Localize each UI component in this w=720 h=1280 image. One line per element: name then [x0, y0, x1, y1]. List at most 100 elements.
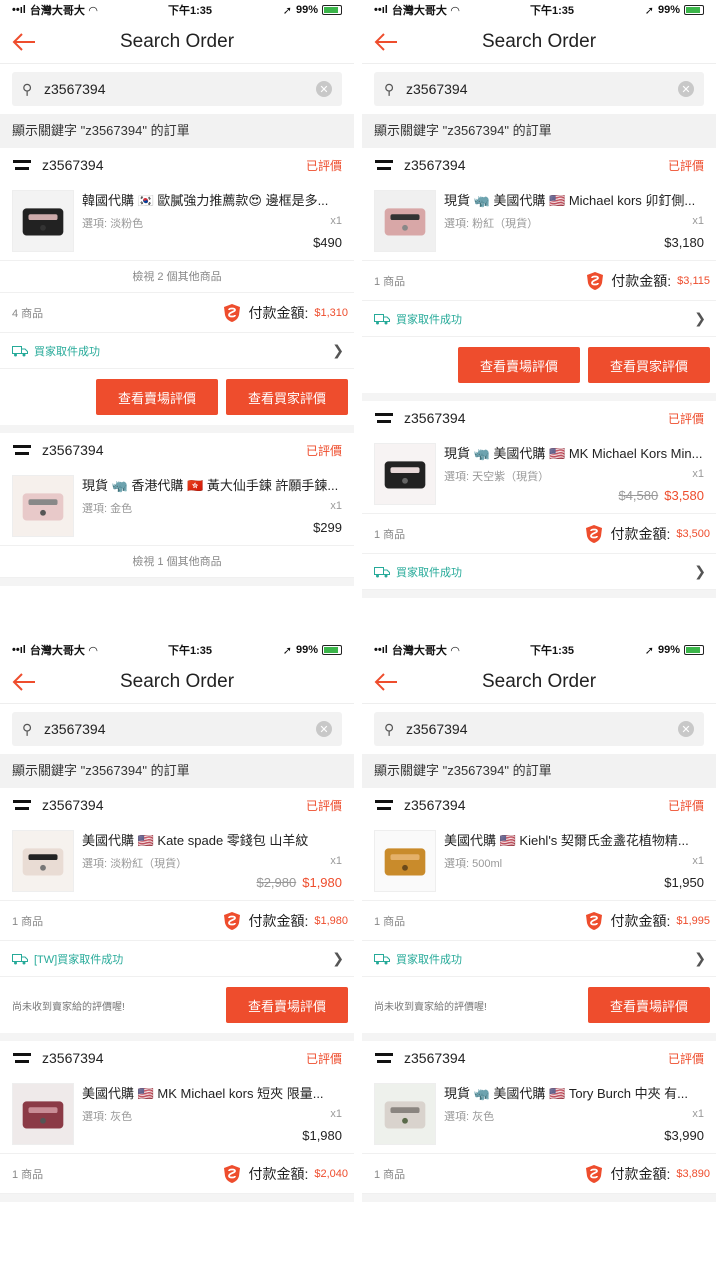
status-bar: ••ıl 台灣大哥大 ◠ 下午1:35 ➚ 99% — [0, 0, 354, 20]
product-price: $1,980 — [302, 1128, 342, 1143]
page-title: Search Order — [119, 30, 235, 52]
keyword-banner: 顯示關鍵字 "z3567394" 的訂單 — [362, 754, 716, 788]
clear-search-icon[interactable]: ✕ — [316, 81, 332, 97]
view-shop-review-button[interactable]: 查看賣場評價 — [588, 987, 710, 1023]
shop-row[interactable]: z3567394 已評價 — [0, 433, 354, 467]
order-card[interactable]: z3567394 已評價 現貨 🦏 美國代購 🇺🇸 Tory Burch 中夾 有.… — [362, 1041, 716, 1202]
view-more-items[interactable]: 檢視 1 個其他商品 — [0, 546, 354, 578]
shipping-status-row[interactable]: 買家取件成功 ❯ — [362, 554, 716, 590]
total-label: 付款金額: — [610, 525, 671, 542]
product-option: 選項: 灰色 — [444, 1111, 495, 1123]
review-note: 尚未收到賣家給的評價喔! — [12, 1001, 125, 1013]
wifi-icon: ◠ — [450, 4, 460, 17]
back-button[interactable] — [10, 668, 38, 696]
product-thumbnail — [12, 475, 74, 537]
chevron-right-icon: ❯ — [332, 950, 344, 966]
product-item[interactable]: 現貨 🦏 美國代購 🇺🇸 Michael kors 卯釘側... 選項: 粉紅（現… — [362, 182, 716, 261]
page-title: Search Order — [481, 30, 597, 52]
order-card[interactable]: z3567394 已評價 現貨 🦏 美國代購 🇺🇸 Michael kors 卯釘側… — [362, 148, 716, 401]
back-button[interactable] — [10, 28, 38, 56]
clear-search-icon[interactable]: ✕ — [678, 721, 694, 737]
order-total: $1,995 — [676, 914, 710, 927]
view-buyer-review-button[interactable]: 查看買家評價 — [226, 379, 348, 415]
product-name: 美國代購 🇺🇸 Kate spade 零錢包 山羊紋 — [82, 833, 309, 848]
back-button[interactable] — [372, 28, 400, 56]
total-label: 付款金額: — [248, 304, 309, 321]
shop-name: z3567394 — [42, 157, 104, 173]
location-icon: ➚ — [282, 644, 292, 657]
product-option: 選項: 粉紅（現貨） — [444, 218, 539, 230]
view-shop-review-button[interactable]: 查看賣場評價 — [96, 379, 218, 415]
battery-icon — [683, 645, 704, 655]
shop-row[interactable]: z3567394 已評價 — [362, 401, 716, 435]
product-price: $3,580 — [664, 488, 704, 503]
clear-search-icon[interactable]: ✕ — [678, 81, 694, 97]
signal-icon: ••ıl — [374, 644, 388, 656]
order-card[interactable]: z3567394 已評價 現貨 🦏 香港代購 🇭🇰 黃大仙手鍊 許願手鍊... 選項:… — [0, 433, 354, 586]
view-shop-review-button[interactable]: 查看賣場評價 — [458, 347, 580, 383]
item-count: 1 商品 — [374, 528, 406, 541]
product-item[interactable]: 韓國代購 🇰🇷 歐膩強力推薦款😍 邊框是多... 選項: 淡粉色 x1 $490 — [0, 182, 354, 261]
search-icon: ⚲ — [22, 720, 33, 737]
shipping-status-row[interactable]: 買家取件成功 ❯ — [0, 333, 354, 369]
order-card[interactable]: z3567394 已評價美國代購 🇺🇸 Kiehl's 契爾氏金盞花植物精... 選… — [362, 788, 716, 1041]
original-price: $2,980 — [256, 875, 297, 890]
battery-percent: 99% — [657, 4, 680, 16]
product-thumbnail — [374, 1083, 436, 1145]
order-card[interactable]: z3567394 已評價 韓國代購 🇰🇷 歐膩強力推薦款😍 邊框是多... 選項: 淡… — [0, 148, 354, 433]
back-arrow-icon — [374, 673, 397, 691]
order-status: 已評價 — [305, 798, 342, 813]
order-total-row: 1 商品 付款金額: $3,500 — [362, 514, 716, 554]
product-item[interactable]: 現貨 🦏 香港代購 🇭🇰 黃大仙手鍊 許願手鍊... 選項: 金色 x1 $299 — [0, 467, 354, 546]
shopee-guarantee-icon — [586, 1164, 603, 1183]
product-option: 選項: 天空紫（現貨） — [444, 471, 550, 483]
product-option: 選項: 500ml — [444, 858, 503, 870]
view-shop-review-button[interactable]: 查看賣場評價 — [226, 987, 348, 1023]
shop-row[interactable]: z3567394 已評價 — [362, 1041, 716, 1075]
shipping-status-row[interactable]: 買家取件成功 ❯ — [362, 941, 716, 977]
order-total-row: 1 商品 付款金額: $1,995 — [362, 901, 716, 941]
shipping-status-row[interactable]: [TW]買家取件成功 ❯ — [0, 941, 354, 977]
product-item[interactable]: 美國代購 🇺🇸 Kate spade 零錢包 山羊紋 選項: 淡粉紅（現貨） x1 $… — [0, 822, 354, 901]
order-total-row: 4 商品 付款金額: $1,310 — [0, 293, 354, 333]
battery-percent: 99% — [657, 644, 680, 656]
signal-icon: ••ıl — [374, 4, 388, 16]
order-total: $3,500 — [676, 527, 710, 540]
keyword-banner: 顯示關鍵字 "z3567394" 的訂單 — [362, 114, 716, 148]
battery-icon — [321, 5, 342, 15]
truck-icon — [374, 313, 390, 324]
back-button[interactable] — [372, 668, 400, 696]
clear-search-icon[interactable]: ✕ — [316, 721, 332, 737]
product-item[interactable]: 美國代購 🇺🇸 MK Michael kors 短夾 限量... 選項: 灰色 x1… — [0, 1075, 354, 1154]
shop-row[interactable]: z3567394 已評價 — [362, 148, 716, 182]
search-input[interactable] — [400, 81, 678, 97]
shop-row[interactable]: z3567394 已評價 — [0, 148, 354, 182]
carrier-name: 台灣大哥大 — [391, 645, 447, 657]
product-item[interactable]: 現貨 🦏 美國代購 🇺🇸 MK Michael Kors Min... 選項: 天… — [362, 435, 716, 514]
search-input[interactable] — [38, 81, 316, 97]
shop-row[interactable]: z3567394 已評價 — [0, 788, 354, 822]
total-label: 付款金額: — [610, 1165, 671, 1182]
product-name: 美國代購 🇺🇸 Kiehl's 契爾氏金盞花植物精... — [444, 833, 689, 848]
shop-row[interactable]: z3567394 已評價 — [0, 1041, 354, 1075]
product-price: $3,180 — [664, 235, 704, 250]
shipping-status-row[interactable]: 買家取件成功 ❯ — [362, 301, 716, 337]
search-bar: ⚲✕ — [374, 712, 704, 746]
view-buyer-review-button[interactable]: 查看買家評價 — [588, 347, 710, 383]
order-status: 已評價 — [667, 411, 704, 426]
order-total-row: 1 商品 付款金額: $2,040 — [0, 1154, 354, 1194]
search-input[interactable] — [400, 721, 678, 737]
view-more-items[interactable]: 檢視 2 個其他商品 — [0, 261, 354, 293]
search-input[interactable] — [38, 721, 316, 737]
product-qty: x1 — [692, 1108, 704, 1120]
product-item[interactable]: 現貨 🦏 美國代購 🇺🇸 Tory Burch 中夾 有... 選項: 灰色 x1 $… — [362, 1075, 716, 1154]
order-card[interactable]: z3567394 已評價 美國代購 🇺🇸 Kate spade 零錢包 山羊紋 選項:… — [0, 788, 354, 1041]
shop-row[interactable]: z3567394 已評價 — [362, 788, 716, 822]
order-card[interactable]: z3567394 已評價 美國代購 🇺🇸 MK Michael kors 短夾 限量… — [0, 1041, 354, 1202]
location-icon: ➚ — [644, 4, 654, 17]
chevron-right-icon: ❯ — [694, 563, 706, 579]
order-card[interactable]: z3567394 已評價 現貨 🦏 美國代購 🇺🇸 MK Michael Kors … — [362, 401, 716, 598]
product-qty: x1 — [692, 855, 704, 867]
order-total: $2,040 — [314, 1167, 348, 1180]
product-item[interactable]: 美國代購 🇺🇸 Kiehl's 契爾氏金盞花植物精... 選項: 500ml x1 $… — [362, 822, 716, 901]
